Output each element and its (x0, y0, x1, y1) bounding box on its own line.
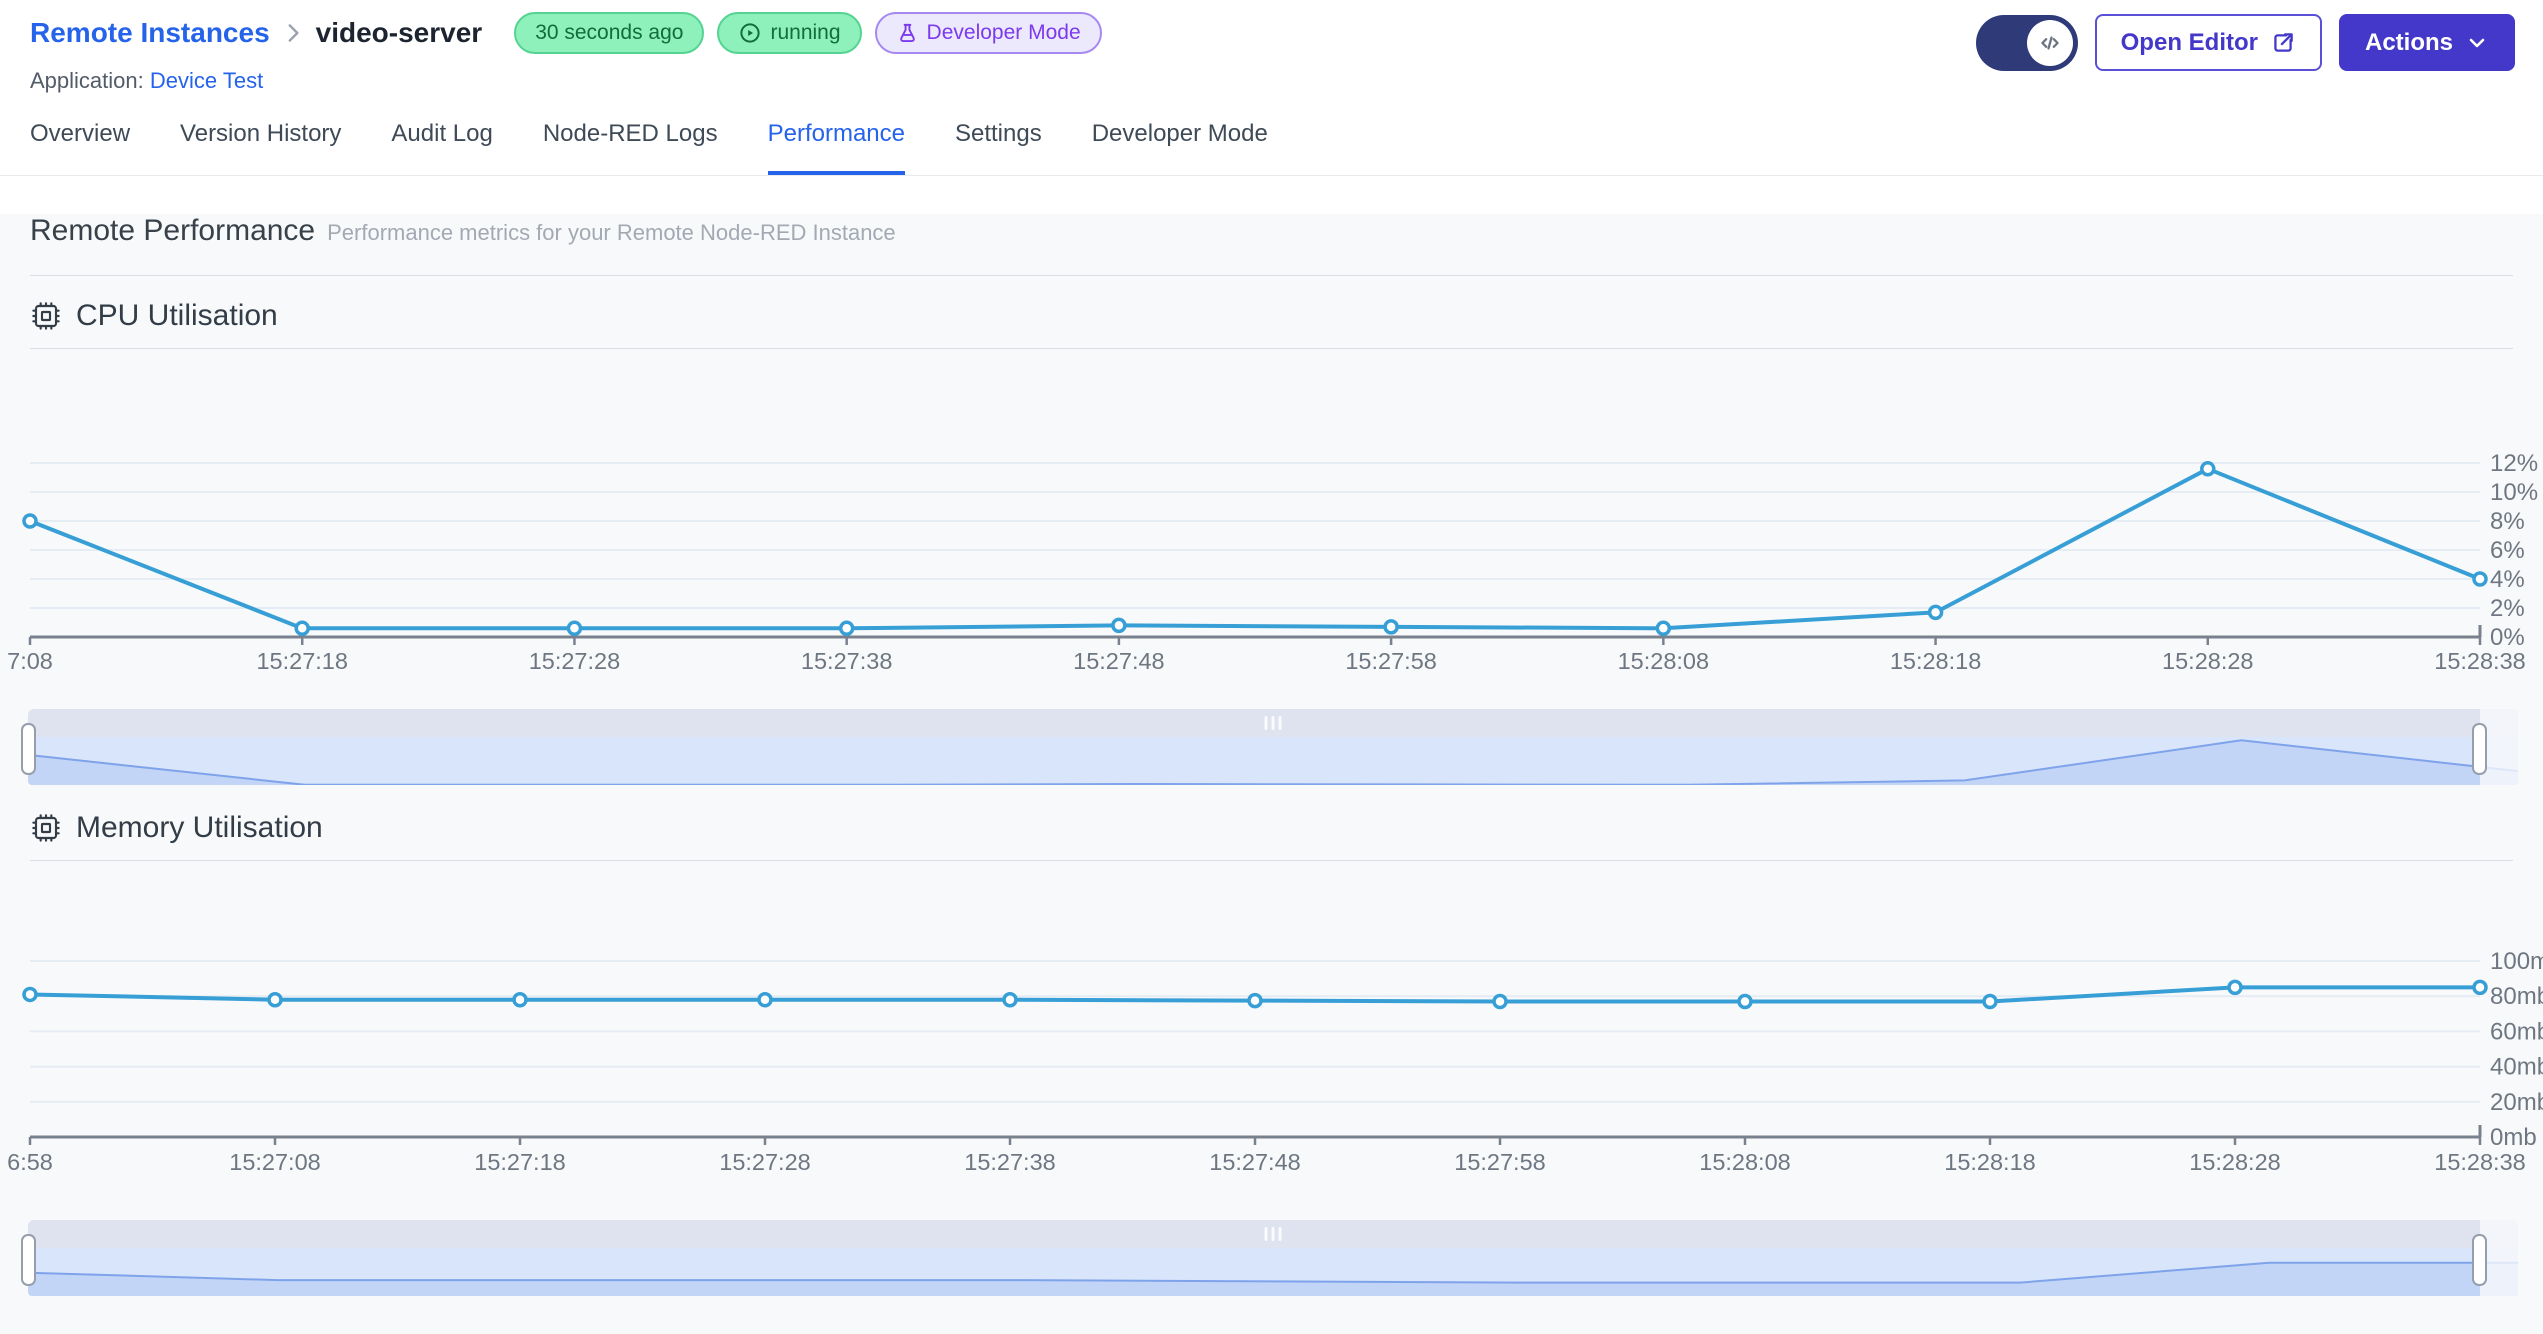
svg-text:15:27:28: 15:27:28 (719, 1149, 810, 1175)
application-label: Application: (30, 68, 144, 93)
beaker-icon (896, 22, 919, 45)
memory-brush-track[interactable] (28, 1220, 2518, 1248)
developer-mode-text: Developer Mode (926, 21, 1081, 44)
svg-text:100mb: 100mb (2490, 948, 2543, 975)
cpu-brush-track[interactable] (28, 709, 2518, 737)
svg-text:15:28:38: 15:28:38 (2434, 648, 2525, 674)
tab-audit-log[interactable]: Audit Log (391, 120, 492, 175)
cpu-chip-icon (30, 812, 62, 844)
svg-text:15:27:28: 15:27:28 (529, 648, 620, 674)
svg-text:15:27:18: 15:27:18 (256, 648, 347, 674)
svg-text:15:28:08: 15:28:08 (1618, 648, 1709, 674)
actions-button[interactable]: Actions (2338, 14, 2515, 71)
chevron-down-icon (2465, 31, 2489, 55)
memory-chart: 0mb 20mb 40mb 60mb 80mb 100mb 6:58 15:27:08 15:2… (7, 948, 2543, 1175)
memory-brush-right-handle[interactable] (2472, 1234, 2487, 1286)
svg-text:10%: 10% (2490, 479, 2538, 506)
tab-overview[interactable]: Overview (30, 120, 130, 175)
application-link[interactable]: Device Test (150, 68, 263, 93)
developer-mode-badge: Developer Mode (874, 12, 1102, 54)
cpu-section-header: CPU Utilisation (30, 299, 2513, 333)
svg-text:40mb: 40mb (2490, 1054, 2543, 1081)
svg-text:15:27:48: 15:27:48 (1209, 1149, 1300, 1175)
svg-text:12%: 12% (2490, 450, 2538, 477)
svg-text:2%: 2% (2490, 595, 2525, 622)
play-circle-icon (738, 21, 762, 45)
code-icon (2026, 19, 2073, 66)
svg-text:15:27:08: 15:27:08 (229, 1149, 320, 1175)
svg-text:15:27:38: 15:27:38 (801, 648, 892, 674)
divider (30, 275, 2513, 276)
svg-text:60mb: 60mb (2490, 1018, 2543, 1045)
svg-text:15:27:18: 15:27:18 (474, 1149, 565, 1175)
open-editor-label: Open Editor (2120, 28, 2258, 56)
svg-text:15:28:38: 15:28:38 (2434, 1149, 2525, 1175)
actions-label: Actions (2364, 28, 2453, 56)
topbar-actions: Open Editor Actions (1975, 12, 2515, 71)
status-badge: running (717, 12, 862, 54)
svg-text:15:28:08: 15:28:08 (1699, 1149, 1790, 1175)
breadcrumb-remote-instances[interactable]: Remote Instances (30, 17, 270, 49)
svg-text:15:28:28: 15:28:28 (2162, 648, 2253, 674)
memory-brush[interactable] (21, 1220, 2518, 1296)
tab-performance[interactable]: Performance (767, 120, 905, 175)
cpu-chip-icon (30, 300, 62, 332)
open-editor-button[interactable]: Open Editor (2094, 14, 2322, 71)
svg-text:15:28:18: 15:28:18 (1944, 1149, 2035, 1175)
cpu-chart: 0%2%4%6%8%10%12% 7:08 15:27:18 15:27:28 15:2… (7, 450, 2538, 674)
topbar: Remote Instances video-server 30 seconds… (0, 0, 2543, 94)
application-row: Application: Device Test (30, 68, 1102, 94)
performance-panel: Remote Performance Performance metrics f… (0, 214, 2543, 1334)
svg-text:15:27:38: 15:27:38 (964, 1149, 1055, 1175)
tab-version-history[interactable]: Version History (180, 120, 341, 175)
page-title: Remote Performance (30, 214, 316, 247)
tab-settings[interactable]: Settings (955, 120, 1042, 175)
cpu-brush[interactable] (21, 709, 2518, 785)
tab-node-red-logs[interactable]: Node-RED Logs (543, 120, 718, 175)
svg-text:8%: 8% (2490, 508, 2525, 535)
page-head: Remote Performance Performance metrics f… (30, 214, 2513, 248)
external-link-icon (2270, 30, 2296, 56)
cpu-brush-left-handle[interactable] (21, 723, 36, 775)
memory-brush-minimap (28, 1248, 2518, 1296)
cpu-brush-grip-icon[interactable] (1264, 716, 1282, 730)
instance-name: video-server (315, 17, 483, 48)
memory-section-header: Memory Utilisation (30, 811, 2513, 845)
developer-mode-toggle[interactable] (1975, 14, 2078, 71)
svg-text:15:27:58: 15:27:58 (1454, 1149, 1545, 1175)
svg-text:0%: 0% (2490, 624, 2525, 651)
svg-text:4%: 4% (2490, 566, 2525, 593)
tab-bar: Overview Version History Audit Log Node-RED… (0, 94, 2543, 176)
svg-text:6%: 6% (2490, 537, 2525, 564)
svg-text:15:28:28: 15:28:28 (2189, 1149, 2280, 1175)
cpu-section-title: CPU Utilisation (76, 299, 278, 332)
cpu-brush-right-handle[interactable] (2472, 723, 2487, 775)
svg-text:80mb: 80mb (2490, 983, 2543, 1010)
last-seen-badge: 30 seconds ago (514, 12, 705, 54)
memory-section-title: Memory Utilisation (76, 811, 323, 844)
svg-text:6:58: 6:58 (7, 1149, 53, 1175)
tab-developer-mode[interactable]: Developer Mode (1092, 120, 1268, 175)
badge-group: 30 seconds ago running Developer Mode (514, 12, 1102, 54)
status-text: running (770, 21, 841, 44)
memory-brush-left-handle[interactable] (21, 1234, 36, 1286)
topbar-left: Remote Instances video-server 30 seconds… (30, 12, 1102, 94)
chevron-right-icon (280, 20, 306, 46)
cpu-brush-minimap (28, 737, 2518, 785)
svg-text:0mb: 0mb (2490, 1124, 2537, 1151)
svg-text:20mb: 20mb (2490, 1089, 2543, 1116)
svg-text:15:27:58: 15:27:58 (1345, 648, 1436, 674)
memory-brush-grip-icon[interactable] (1264, 1227, 1282, 1241)
svg-text:7:08: 7:08 (7, 648, 53, 674)
page-subtitle: Performance metrics for your Remote Node… (327, 220, 896, 245)
svg-text:15:27:48: 15:27:48 (1073, 648, 1164, 674)
breadcrumb: Remote Instances video-server 30 seconds… (30, 12, 1102, 54)
last-seen-text: 30 seconds ago (535, 21, 684, 44)
svg-text:15:28:18: 15:28:18 (1890, 648, 1981, 674)
